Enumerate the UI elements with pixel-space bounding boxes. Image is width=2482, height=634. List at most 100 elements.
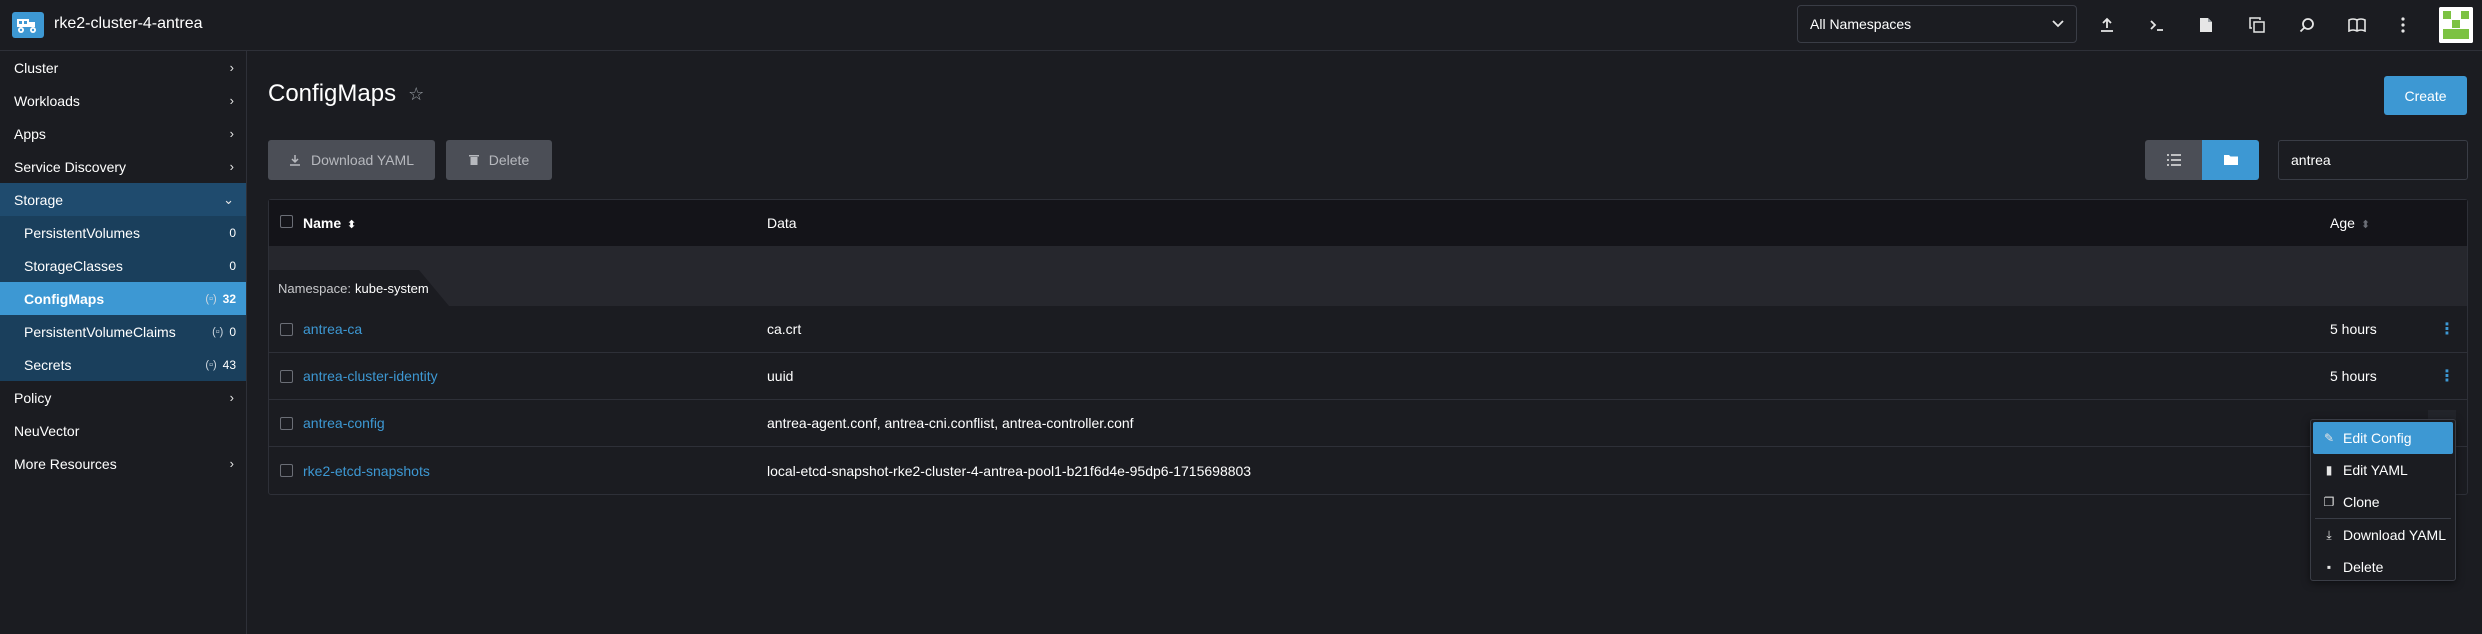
sidebar-item-more-resources[interactable]: More Resources › (0, 447, 246, 480)
sidebar-item-persistentvolumes[interactable]: PersistentVolumes 0 (0, 216, 246, 249)
column-header-name[interactable]: Name ⬍ (303, 215, 356, 231)
namespaced-icon: (▫) (212, 325, 224, 338)
cluster-name: rke2-cluster-4-antrea (54, 15, 203, 32)
namespaced-icon: (▫) (205, 292, 217, 305)
chevron-right-icon: › (229, 126, 234, 141)
delete-button[interactable]: Delete (446, 140, 552, 180)
kubectl-shell-icon[interactable] (2143, 11, 2171, 39)
download-kubeconfig-icon[interactable] (2192, 11, 2220, 39)
sidebar-item-neuvector[interactable]: NeuVector (0, 414, 246, 447)
sidebar-item-label: StorageClasses (24, 257, 123, 274)
row-checkbox[interactable] (280, 369, 293, 383)
create-button[interactable]: Create (2384, 76, 2467, 115)
pencil-icon: ✎ (2323, 431, 2335, 445)
namespaced-icon: (▫) (205, 358, 217, 371)
view-toggle (2145, 140, 2259, 180)
row-data: uuid (767, 368, 794, 384)
sidebar-item-storage[interactable]: Storage ⌄ (0, 183, 246, 216)
menu-item-delete[interactable]: ▪ Delete (2313, 551, 2453, 583)
chevron-right-icon: › (229, 159, 234, 174)
download-icon: ⤓ (2326, 527, 2332, 542)
flat-list-view-button[interactable] (2145, 140, 2202, 180)
top-header: rke2-cluster-4-antrea All Namespaces (0, 0, 2482, 51)
sidebar-item-configmaps[interactable]: ConfigMaps (▫) 32 (0, 282, 246, 315)
sidebar-item-count: 0 (229, 324, 236, 339)
row-checkbox[interactable] (280, 322, 293, 336)
user-avatar[interactable] (2439, 7, 2473, 43)
sidebar-item-secrets[interactable]: Secrets (▫) 43 (0, 348, 246, 381)
chevron-right-icon: › (229, 456, 234, 471)
row-name-link[interactable]: antrea-config (303, 415, 385, 431)
row-actions-icon[interactable]: ⋮ (2439, 366, 2455, 386)
sort-icon: ⬍ (2360, 219, 2371, 231)
copy-kubeconfig-icon[interactable] (2243, 11, 2271, 39)
sort-icon: ⬍ (347, 219, 357, 231)
column-header-age[interactable]: Age ⬍ (2330, 215, 2370, 231)
file-icon: ▮ (2325, 463, 2333, 477)
row-data: antrea-agent.conf, antrea-cni.conflist, … (767, 415, 1134, 431)
sidebar-item-cluster[interactable]: Cluster › (0, 51, 246, 84)
table-header: Name ⬍ Data Age ⬍ (269, 200, 2467, 246)
namespace-group-label: Namespace: kube-system (269, 270, 449, 306)
search-icon[interactable] (2293, 11, 2321, 39)
sidebar: Cluster › Workloads › Apps › Service Dis… (0, 51, 247, 634)
import-yaml-icon[interactable] (2093, 11, 2121, 39)
sidebar-item-persistentvolumeclaims[interactable]: PersistentVolumeClaims (▫) 0 (0, 315, 246, 348)
table-row: antrea-cluster-identity uuid 5 hours ⋮ (269, 353, 2467, 400)
sidebar-item-count: 0 (229, 225, 236, 240)
sidebar-item-label: NeuVector (14, 422, 80, 439)
page-title: ConfigMaps (268, 80, 397, 107)
sidebar-item-apps[interactable]: Apps › (0, 117, 246, 150)
group-by-namespace-button[interactable] (2202, 140, 2259, 180)
menu-item-download-yaml[interactable]: ⤓ Download YAML (2313, 519, 2453, 551)
row-age: 5 hours (2330, 368, 2377, 384)
namespace-group-row: Namespace: kube-system (269, 246, 2467, 306)
sidebar-item-workloads[interactable]: Workloads › (0, 84, 246, 117)
row-checkbox[interactable] (280, 464, 293, 477)
sidebar-item-storageclasses[interactable]: StorageClasses 0 (0, 249, 246, 282)
select-all-checkbox[interactable] (280, 215, 293, 228)
table-row: rke2-etcd-snapshots local-etcd-snapshot-… (269, 447, 2467, 494)
sidebar-item-label: Workloads (14, 92, 80, 109)
chevron-right-icon: › (229, 390, 234, 405)
sidebar-item-label: PersistentVolumes (24, 224, 140, 241)
folder-icon (2223, 155, 2238, 165)
menu-item-clone[interactable]: ❐ Clone (2313, 486, 2453, 518)
row-name-link[interactable]: antrea-cluster-identity (303, 368, 438, 384)
sidebar-item-service-discovery[interactable]: Service Discovery › (0, 150, 246, 183)
chevron-right-icon: › (229, 93, 234, 108)
table-row: antrea-ca ca.crt 5 hours ⋮ (269, 306, 2467, 353)
sidebar-item-policy[interactable]: Policy › (0, 381, 246, 414)
namespace-select-value: All Namespaces (1810, 16, 1912, 32)
row-name-link[interactable]: antrea-ca (303, 321, 362, 337)
row-actions-icon[interactable]: ⋮ (2439, 319, 2455, 339)
sidebar-item-label: Service Discovery (14, 158, 127, 175)
cluster-logo-icon[interactable] (12, 12, 44, 38)
search-input[interactable] (2278, 140, 2468, 180)
sidebar-item-count: 43 (222, 357, 236, 372)
sidebar-item-count: 32 (222, 291, 236, 306)
sidebar-item-label: ConfigMaps (24, 290, 105, 307)
download-icon (290, 155, 300, 166)
menu-item-edit-yaml[interactable]: ▮ Edit YAML (2313, 454, 2453, 486)
list-icon (2166, 154, 2181, 166)
download-yaml-button[interactable]: Download YAML (268, 140, 435, 180)
trash-icon (468, 155, 479, 165)
trash-icon: ▪ (2326, 560, 2332, 574)
configmaps-table: Name ⬍ Data Age ⬍ Namespace: kube-system… (268, 199, 2468, 495)
row-checkbox[interactable] (280, 416, 293, 430)
sidebar-item-label: Apps (14, 125, 46, 142)
menu-item-edit-config[interactable]: ✎ Edit Config (2313, 422, 2453, 454)
row-name-link[interactable]: rke2-etcd-snapshots (303, 463, 430, 479)
sidebar-item-label: PersistentVolumeClaims (24, 323, 176, 340)
sidebar-item-label: Secrets (24, 356, 72, 373)
row-action-menu: ✎ Edit Config ▮ Edit YAML ❐ Clone ⤓ Down… (2310, 419, 2456, 581)
namespace-select[interactable]: All Namespaces (1797, 5, 2077, 43)
sidebar-item-label: Policy (14, 389, 52, 406)
chevron-down-icon (2052, 20, 2064, 28)
page-title-wrap: ConfigMaps ☆ (268, 80, 424, 108)
sidebar-item-label: Cluster (14, 59, 59, 76)
docs-book-icon[interactable] (2343, 11, 2371, 39)
favorite-star-icon[interactable]: ☆ (408, 84, 424, 105)
more-vertical-icon[interactable] (2389, 11, 2417, 39)
